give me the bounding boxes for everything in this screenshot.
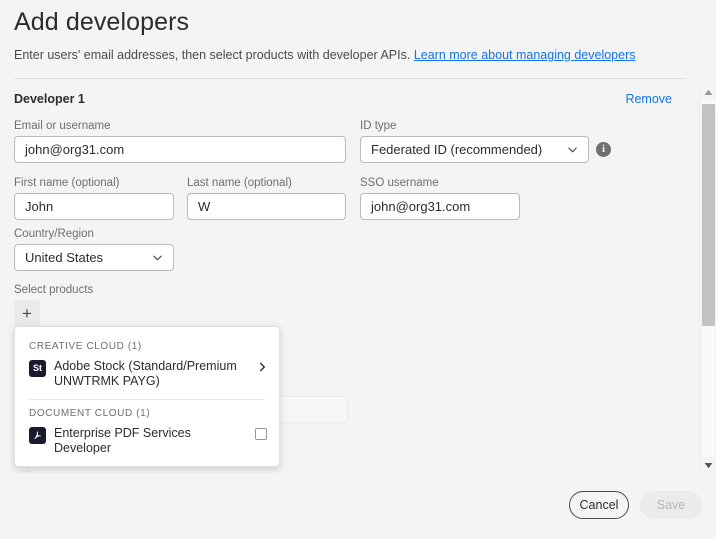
product-group-document-cloud: DOCUMENT CLOUD (1) Enterprise PDF Servic… bbox=[15, 400, 279, 462]
header-divider bbox=[14, 78, 686, 79]
sso-username-label: SSO username bbox=[360, 177, 439, 189]
id-type-select[interactable]: Federated ID (recommended) bbox=[360, 136, 589, 163]
page-subtitle-text: Enter users' email addresses, then selec… bbox=[14, 48, 411, 62]
cancel-button[interactable]: Cancel bbox=[569, 491, 629, 519]
chevron-down-icon bbox=[568, 147, 577, 153]
page-subtitle: Enter users' email addresses, then selec… bbox=[14, 48, 636, 62]
product-picker-popup: CREATIVE CLOUD (1) St Adobe Stock (Stand… bbox=[14, 326, 280, 467]
product-group-creative-cloud: CREATIVE CLOUD (1) St Adobe Stock (Stand… bbox=[15, 333, 279, 395]
first-name-label: First name (optional) bbox=[14, 177, 120, 189]
scroll-down-arrow[interactable] bbox=[700, 457, 716, 474]
chevron-right-icon[interactable] bbox=[258, 361, 267, 373]
country-select[interactable]: United States bbox=[14, 244, 174, 271]
country-label: Country/Region bbox=[14, 228, 94, 240]
remove-developer-link[interactable]: Remove bbox=[625, 92, 672, 106]
dialog-footer: Cancel Save bbox=[0, 473, 716, 539]
triangle-down-icon bbox=[704, 463, 713, 469]
product-name: Enterprise PDF Services Developer bbox=[54, 426, 191, 455]
product-row-adobe-stock[interactable]: St Adobe Stock (Standard/Premium UNWTRMK… bbox=[15, 357, 279, 395]
acrobat-pdf-icon bbox=[29, 427, 46, 444]
product-checkbox[interactable] bbox=[255, 428, 267, 440]
email-label: Email or username bbox=[14, 120, 111, 132]
content-scrollbar[interactable] bbox=[699, 84, 716, 474]
scroll-up-arrow[interactable] bbox=[700, 84, 716, 101]
product-row-enterprise-pdf-services[interactable]: Enterprise PDF Services Developer bbox=[15, 424, 279, 462]
acrobat-glyph bbox=[34, 431, 41, 439]
first-name-input[interactable]: John bbox=[14, 193, 174, 220]
product-name: Adobe Stock (Standard/Premium UNWTRMK PA… bbox=[54, 359, 237, 388]
last-name-input[interactable]: W bbox=[187, 193, 346, 220]
select-products-label: Select products bbox=[14, 284, 94, 296]
sso-username-input[interactable]: john@org31.com bbox=[360, 193, 520, 220]
country-value: United States bbox=[25, 250, 104, 265]
product-group-label: CREATIVE CLOUD (1) bbox=[29, 341, 142, 352]
id-type-value: Federated ID (recommended) bbox=[371, 142, 543, 157]
page-title: Add developers bbox=[14, 8, 190, 36]
developer-section-title: Developer 1 bbox=[14, 92, 85, 106]
adobe-stock-icon: St bbox=[29, 360, 46, 377]
email-input[interactable]: john@org31.com bbox=[14, 136, 346, 163]
learn-more-link[interactable]: Learn more about managing developers bbox=[414, 48, 636, 62]
id-type-label: ID type bbox=[360, 120, 397, 132]
developers-scroll-region[interactable]: Developer 1 Remove Email or username joh… bbox=[0, 84, 716, 474]
last-name-label: Last name (optional) bbox=[187, 177, 292, 189]
triangle-up-icon bbox=[704, 89, 713, 95]
scrollbar-thumb[interactable] bbox=[702, 104, 715, 326]
add-product-button[interactable]: + bbox=[14, 300, 40, 326]
save-button: Save bbox=[640, 491, 702, 519]
add-developers-dialog: Add developers Enter users' email addres… bbox=[0, 0, 716, 539]
id-type-info-icon[interactable]: i bbox=[596, 142, 611, 157]
product-group-label: DOCUMENT CLOUD (1) bbox=[29, 408, 151, 419]
chevron-down-icon bbox=[153, 255, 162, 261]
